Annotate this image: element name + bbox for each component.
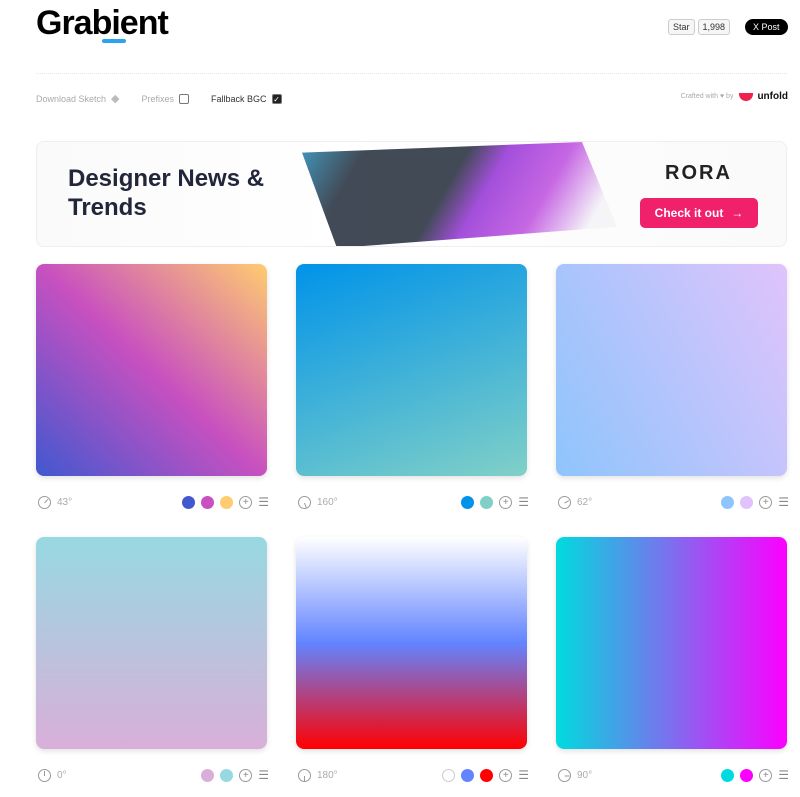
fallback-option[interactable]: Fallback BGC ✓ [211, 93, 282, 104]
crafted-text: Crafted with ♥ by [680, 93, 734, 100]
angle-control[interactable]: 0° [38, 768, 67, 782]
color-swatch[interactable] [220, 768, 234, 782]
ad-image [302, 142, 617, 246]
sketch-icon: ◆ [111, 93, 120, 105]
angle-control[interactable]: 160° [298, 495, 338, 509]
add-color-icon[interactable]: + [759, 768, 773, 782]
settings-sliders-icon[interactable]: ☰ [518, 496, 529, 508]
color-swatch[interactable] [201, 495, 215, 509]
gradient-meta: 43° + ☰ [38, 494, 269, 510]
color-swatch[interactable] [740, 768, 754, 782]
color-swatch[interactable] [480, 495, 494, 509]
angle-dial-icon[interactable] [298, 495, 311, 509]
check-it-out-button[interactable]: Check it out → [640, 198, 758, 228]
gradient-card[interactable] [36, 264, 267, 476]
angle-label: 180° [317, 769, 338, 781]
ad-banner[interactable]: Designer News & Trends RORA Check it out… [36, 141, 787, 247]
gradient-card[interactable] [296, 264, 527, 476]
settings-sliders-icon[interactable]: ☰ [518, 769, 529, 781]
angle-dial-icon[interactable] [558, 768, 571, 782]
angle-label: 62° [577, 496, 593, 508]
unfold-label: unfold [757, 91, 788, 102]
color-swatch[interactable] [182, 495, 196, 509]
angle-dial-icon[interactable] [38, 768, 51, 782]
add-color-icon[interactable]: + [499, 768, 513, 782]
angle-dial-icon[interactable] [38, 495, 51, 509]
add-color-icon[interactable]: + [759, 495, 773, 509]
divider [36, 73, 787, 74]
settings-sliders-icon[interactable]: ☰ [258, 496, 269, 508]
github-star-widget[interactable]: Star 1,998 [668, 19, 731, 35]
gradient-meta: 160° + ☰ [298, 494, 529, 510]
angle-control[interactable]: 180° [298, 768, 338, 782]
prefixes-option[interactable]: Prefixes [141, 93, 190, 104]
download-sketch-label: Download Sketch [36, 93, 107, 104]
arrow-right-icon: → [731, 206, 744, 220]
settings-sliders-icon[interactable]: ☰ [778, 496, 789, 508]
logo-underline [102, 39, 126, 43]
x-post-button[interactable]: X Post [745, 19, 788, 35]
check-it-out-label: Check it out [654, 206, 724, 220]
fallback-label: Fallback BGC [211, 93, 267, 104]
settings-sliders-icon[interactable]: ☰ [778, 769, 789, 781]
swatches: + ☰ [721, 495, 789, 509]
ad-brand: RORA [665, 162, 732, 184]
gradient-card[interactable] [296, 537, 527, 749]
github-star-button[interactable]: Star [668, 19, 695, 35]
angle-control[interactable]: 62° [558, 495, 593, 509]
color-swatch[interactable] [740, 495, 754, 509]
add-color-icon[interactable]: + [239, 495, 253, 509]
color-swatch[interactable] [461, 768, 475, 782]
angle-dial-icon[interactable] [298, 768, 311, 782]
angle-dial-icon[interactable] [558, 495, 571, 509]
color-swatch[interactable] [721, 495, 735, 509]
crafted-by: Crafted with ♥ by unfold [681, 91, 788, 102]
angle-label: 160° [317, 496, 338, 508]
swatches: + ☰ [182, 495, 269, 509]
gradient-meta: 0° + ☰ [38, 767, 269, 783]
gradient-card[interactable] [556, 537, 787, 749]
download-sketch-option[interactable]: Download Sketch ◆ [36, 92, 120, 105]
gradient-meta: 62° + ☰ [558, 494, 789, 510]
color-swatch[interactable] [220, 495, 234, 509]
prefixes-checkbox[interactable] [179, 93, 190, 104]
color-swatch[interactable] [201, 768, 215, 782]
add-color-icon[interactable]: + [239, 768, 253, 782]
swatches: + ☰ [201, 768, 269, 782]
color-swatch[interactable] [721, 768, 735, 782]
color-swatch[interactable] [461, 495, 475, 509]
angle-label: 0° [57, 769, 67, 781]
github-star-count: 1,998 [697, 19, 731, 35]
gradient-card[interactable] [36, 537, 267, 749]
gradient-meta: 90° + ☰ [558, 767, 789, 783]
unfold-logo-icon [739, 92, 754, 101]
gradient-meta: 180° + ☰ [298, 767, 529, 783]
angle-control[interactable]: 90° [558, 768, 593, 782]
angle-control[interactable]: 43° [38, 495, 73, 509]
swatches: + ☰ [461, 495, 529, 509]
options-bar: Download Sketch ◆ Prefixes Fallback BGC ✓ [36, 92, 304, 105]
color-swatch[interactable] [480, 768, 494, 782]
logo[interactable]: Grabient [36, 4, 169, 43]
ad-title: Designer News & Trends [68, 165, 265, 221]
swatches: + ☰ [442, 768, 529, 782]
angle-label: 90° [577, 769, 593, 781]
unfold-link[interactable]: unfold [739, 91, 788, 102]
prefixes-label: Prefixes [141, 93, 175, 104]
swatches: + ☰ [721, 768, 789, 782]
angle-label: 43° [57, 496, 73, 508]
settings-sliders-icon[interactable]: ☰ [258, 769, 269, 781]
fallback-checkbox[interactable]: ✓ [271, 93, 282, 104]
color-swatch[interactable] [442, 768, 456, 782]
add-color-icon[interactable]: + [499, 495, 513, 509]
gradient-card[interactable] [556, 264, 787, 476]
